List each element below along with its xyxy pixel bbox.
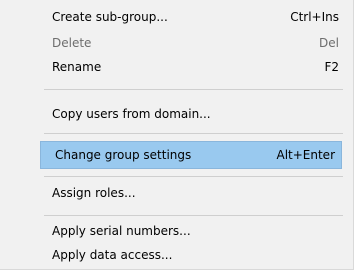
menu-item-label: Rename bbox=[52, 60, 102, 74]
menu-separator bbox=[44, 133, 343, 134]
menu-separator bbox=[44, 176, 343, 177]
menu-item-label: Create sub-group... bbox=[52, 10, 168, 24]
menu-item-rename[interactable]: Rename F2 bbox=[38, 54, 345, 80]
menu-item-create-sub-group[interactable]: Create sub-group... Ctrl+Ins bbox=[38, 4, 345, 30]
menu-item-copy-users-from-domain[interactable]: Copy users from domain... bbox=[38, 101, 345, 127]
menu-item-label: Apply data access... bbox=[52, 248, 173, 262]
menu-icon-gutter bbox=[0, 0, 38, 269]
menu-item-label: Apply serial numbers... bbox=[52, 224, 191, 238]
menu-item-delete: Delete Del bbox=[38, 30, 345, 56]
menu-item-shortcut: F2 bbox=[324, 60, 339, 74]
menu-item-shortcut: Del bbox=[319, 36, 339, 50]
menu-item-assign-roles[interactable]: Assign roles... bbox=[38, 180, 345, 206]
menu-separator bbox=[44, 89, 343, 90]
menu-item-label: Change group settings bbox=[55, 148, 192, 162]
menu-item-apply-serial-numbers[interactable]: Apply serial numbers... bbox=[38, 218, 345, 244]
menu-item-change-group-settings[interactable]: Change group settings Alt+Enter bbox=[40, 141, 342, 169]
menu-item-label: Assign roles... bbox=[52, 186, 136, 200]
menu-separator bbox=[44, 215, 343, 216]
menu-item-label: Delete bbox=[52, 36, 92, 50]
menu-item-shortcut: Alt+Enter bbox=[276, 148, 335, 162]
menu-item-apply-data-access[interactable]: Apply data access... bbox=[38, 242, 345, 268]
menu-item-label: Copy users from domain... bbox=[52, 107, 211, 121]
context-menu: Create sub-group... Ctrl+Ins Delete Del … bbox=[0, 0, 354, 270]
menu-item-shortcut: Ctrl+Ins bbox=[290, 10, 339, 24]
